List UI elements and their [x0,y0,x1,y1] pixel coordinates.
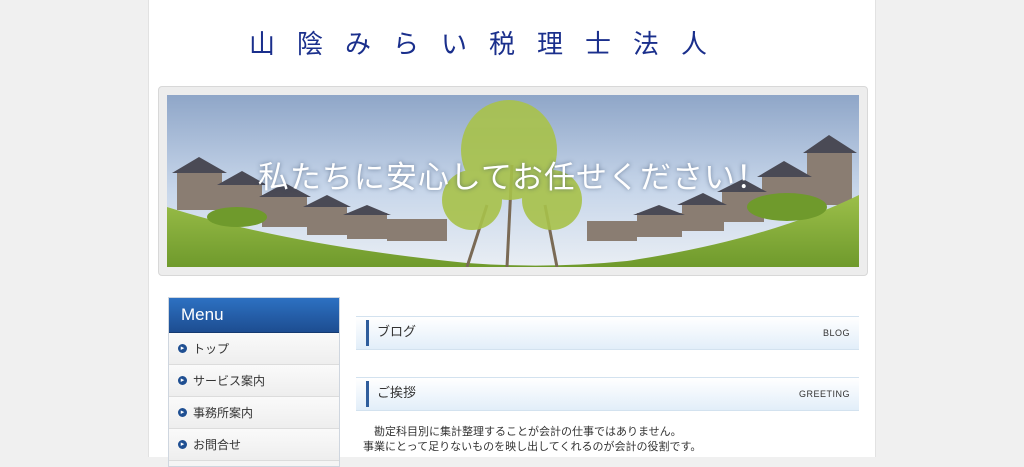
page-container: 山陰みらい税理士法人 私たちに安心してお任せください！ Menu ▸ トップ ▸… [148,0,879,467]
section-title: ご挨拶 [377,386,417,401]
greeting-line: 勘定科目別に集計整理することが会計の仕事ではありません。 [374,425,682,438]
section-accent [366,320,369,346]
menu-header: Menu [169,298,339,333]
arrow-bullet-icon: ▸ [178,344,187,353]
arrow-bullet-icon: ▸ [178,376,187,385]
arrow-bullet-icon: ▸ [178,440,187,449]
sidebar-item-top[interactable]: ▸ トップ [169,333,339,365]
greeting-body: 勘定科目別に集計整理することが会計の仕事ではありません。 事業にとって足りないも… [363,424,863,454]
sidebar-item-label: お問合せ [193,438,242,452]
hero-caption: 私たちに安心してお任せください！ [257,160,769,196]
sidebar-item-services[interactable]: ▸ サービス案内 [169,365,339,397]
sidebar-menu: Menu ▸ トップ ▸ サービス案内 ▸ 事務所案内 ▸ お問合せ [168,297,340,467]
section-title: ブログ [377,325,417,340]
hero-image: 私たちに安心してお任せください！ [167,95,859,267]
section-greeting-header: ご挨拶 GREETING [356,377,859,411]
section-subtitle-en: GREETING [798,389,850,399]
sidebar-item-office[interactable]: ▸ 事務所案内 [169,397,339,429]
section-accent [366,381,369,407]
sidebar-item-contact[interactable]: ▸ お問合せ [169,429,339,461]
arrow-bullet-icon: ▸ [178,408,187,417]
sidebar-item-label: トップ [193,342,230,356]
sidebar-item-label: サービス案内 [193,374,266,388]
greeting-line: 事業にとって足りないものを映し出してくれるのが会計の役割です。 [363,440,702,453]
hero-banner: 私たちに安心してお任せください！ [158,86,868,276]
section-blog-header[interactable]: ブログ BLOG [356,316,859,350]
site-title[interactable]: 山陰みらい税理士法人 [249,24,879,60]
section-subtitle-en: BLOG [822,328,850,338]
sidebar-item-label: 事務所案内 [193,406,254,420]
